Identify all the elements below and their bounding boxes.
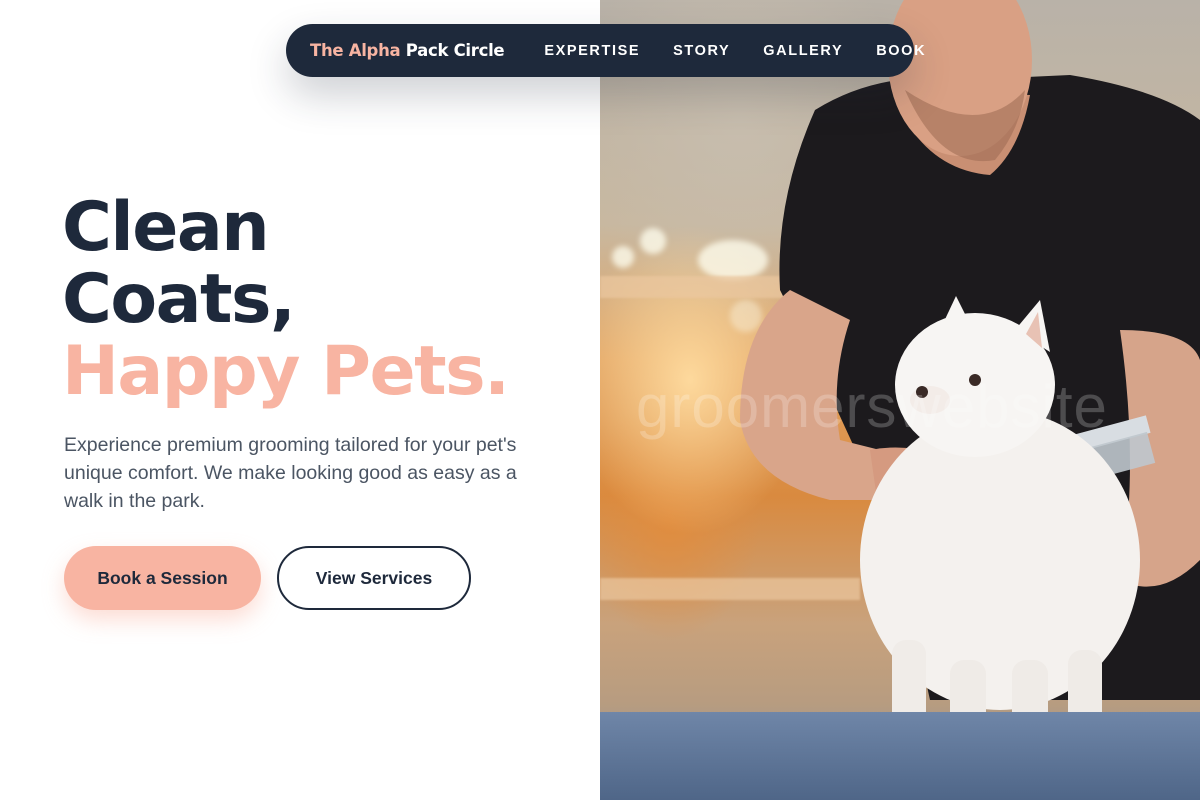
hero-image: groomerswebsite <box>600 0 1200 800</box>
book-session-button[interactable]: Book a Session <box>64 546 261 610</box>
main-nav: The Alpha Pack Circle EXPERTISE STORY GA… <box>286 24 925 77</box>
nav-link-gallery[interactable]: GALLERY <box>763 43 843 59</box>
nav-link-book[interactable]: BOOK <box>876 43 926 59</box>
nav-link-story[interactable]: STORY <box>673 43 730 59</box>
nav-link-expertise[interactable]: EXPERTISE <box>544 43 640 59</box>
hero-title-line-3: Happy Pets. <box>62 332 510 411</box>
hero-title: Clean Coats, Happy Pets. <box>62 188 510 411</box>
hero-description: Experience premium grooming tailored for… <box>64 434 517 512</box>
hero-title-line-2: Coats, <box>62 260 296 339</box>
view-services-button[interactable]: View Services <box>277 546 471 610</box>
watermark: groomerswebsite <box>636 373 1108 440</box>
brand-name-accent: The Alpha <box>310 41 401 60</box>
grooming-table <box>600 712 1200 800</box>
hero-title-line-1: Clean <box>62 188 270 267</box>
brand-logo[interactable]: The Alpha Pack Circle <box>310 41 505 60</box>
nav-links: EXPERTISE STORY GALLERY BOOK <box>526 43 941 59</box>
brand-name-rest: Pack Circle <box>400 41 505 60</box>
